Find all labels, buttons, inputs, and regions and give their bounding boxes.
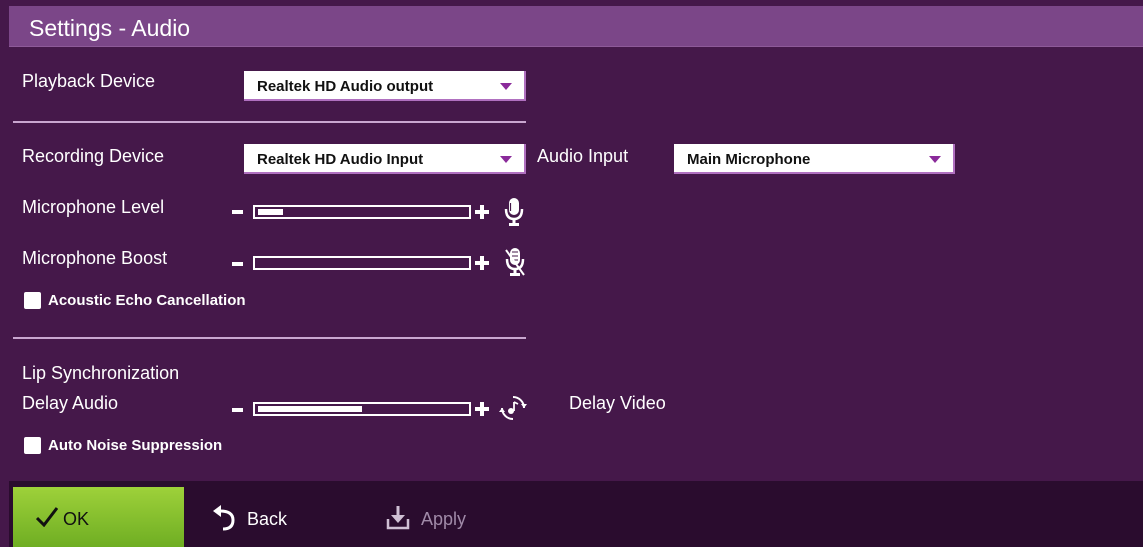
- microphone-boost-label: Microphone Boost: [22, 248, 168, 268]
- delay-video-label: Delay Video: [569, 393, 666, 413]
- audio-input-select[interactable]: Main Microphone: [674, 144, 955, 174]
- noise-suppression-label: Auto Noise Suppression: [48, 437, 223, 454]
- recording-device-select[interactable]: Realtek HD Audio Input: [244, 144, 526, 174]
- title-bar: Settings - Audio: [9, 6, 1143, 47]
- lip-sync-heading: Lip Synchronization: [22, 363, 180, 383]
- lip-sync-increase-button[interactable]: [475, 402, 489, 416]
- recording-device-value: Realtek HD Audio Input: [257, 151, 424, 168]
- back-arrow-icon: [213, 505, 235, 531]
- audio-input-value: Main Microphone: [687, 151, 811, 168]
- chevron-down-icon: [929, 156, 941, 163]
- chevron-down-icon: [500, 83, 512, 90]
- microphone-boost-icon: [504, 247, 526, 284]
- mic-boost-increase-button[interactable]: [475, 256, 489, 270]
- page-title: Settings - Audio: [29, 15, 191, 41]
- mic-boost-slider[interactable]: [253, 256, 471, 270]
- playback-device-label: Playback Device: [22, 71, 156, 91]
- mic-level-fill: [258, 209, 283, 215]
- ok-button[interactable]: OK: [13, 487, 184, 547]
- mic-level-decrease-button[interactable]: [232, 210, 243, 214]
- delay-audio-label: Delay Audio: [22, 393, 119, 413]
- echo-cancellation-label: Acoustic Echo Cancellation: [48, 292, 246, 309]
- microphone-level-label: Microphone Level: [22, 197, 165, 217]
- ok-button-label: OK: [63, 509, 90, 529]
- noise-suppression-checkbox[interactable]: [24, 437, 41, 454]
- lip-sync-fill: [258, 406, 362, 412]
- mic-level-increase-button[interactable]: [475, 205, 489, 219]
- section-divider: [13, 337, 526, 339]
- echo-cancellation-checkbox[interactable]: [24, 292, 41, 309]
- lip-sync-decrease-button[interactable]: [232, 408, 243, 412]
- microphone-icon: [504, 197, 524, 232]
- audio-input-label: Audio Input: [537, 146, 629, 166]
- download-arrow-icon: [386, 506, 410, 530]
- section-divider: [13, 121, 526, 123]
- back-button-label: Back: [247, 509, 288, 529]
- checkmark-icon: [36, 507, 58, 527]
- footer-bar: OK Back Apply: [9, 481, 1143, 547]
- sync-icon: [499, 394, 527, 427]
- apply-button-label: Apply: [421, 509, 467, 529]
- mic-boost-decrease-button[interactable]: [232, 262, 243, 266]
- mic-level-slider[interactable]: [253, 205, 471, 219]
- recording-device-label: Recording Device: [22, 146, 165, 166]
- chevron-down-icon: [500, 156, 512, 163]
- playback-device-value: Realtek HD Audio output: [257, 78, 434, 95]
- lip-sync-slider[interactable]: [253, 402, 471, 416]
- playback-device-select[interactable]: Realtek HD Audio output: [244, 71, 526, 101]
